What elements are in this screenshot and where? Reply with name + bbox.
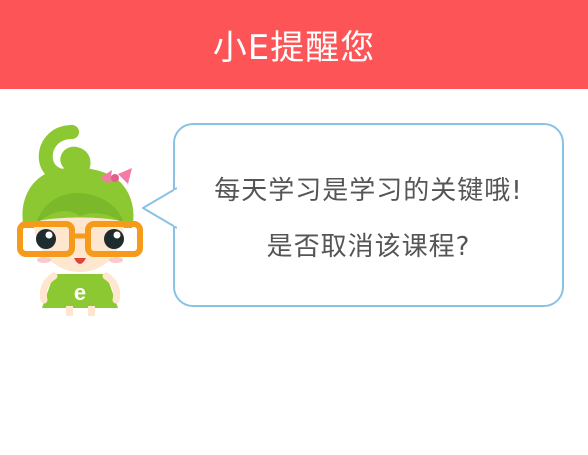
dialog-message-line-2: 是否取消该课程?: [266, 232, 471, 262]
mascot-girl-icon: e: [17, 125, 143, 316]
speech-bubble-tail: [142, 187, 177, 229]
speech-bubble: [173, 123, 564, 307]
dialog-header: 小E提醒您: [0, 0, 588, 89]
header-title: 小E提醒您: [212, 28, 376, 68]
mascot-badge-letter: e: [74, 280, 86, 305]
dialog-message-line-1: 每天学习是学习的关键哦!: [214, 176, 523, 206]
